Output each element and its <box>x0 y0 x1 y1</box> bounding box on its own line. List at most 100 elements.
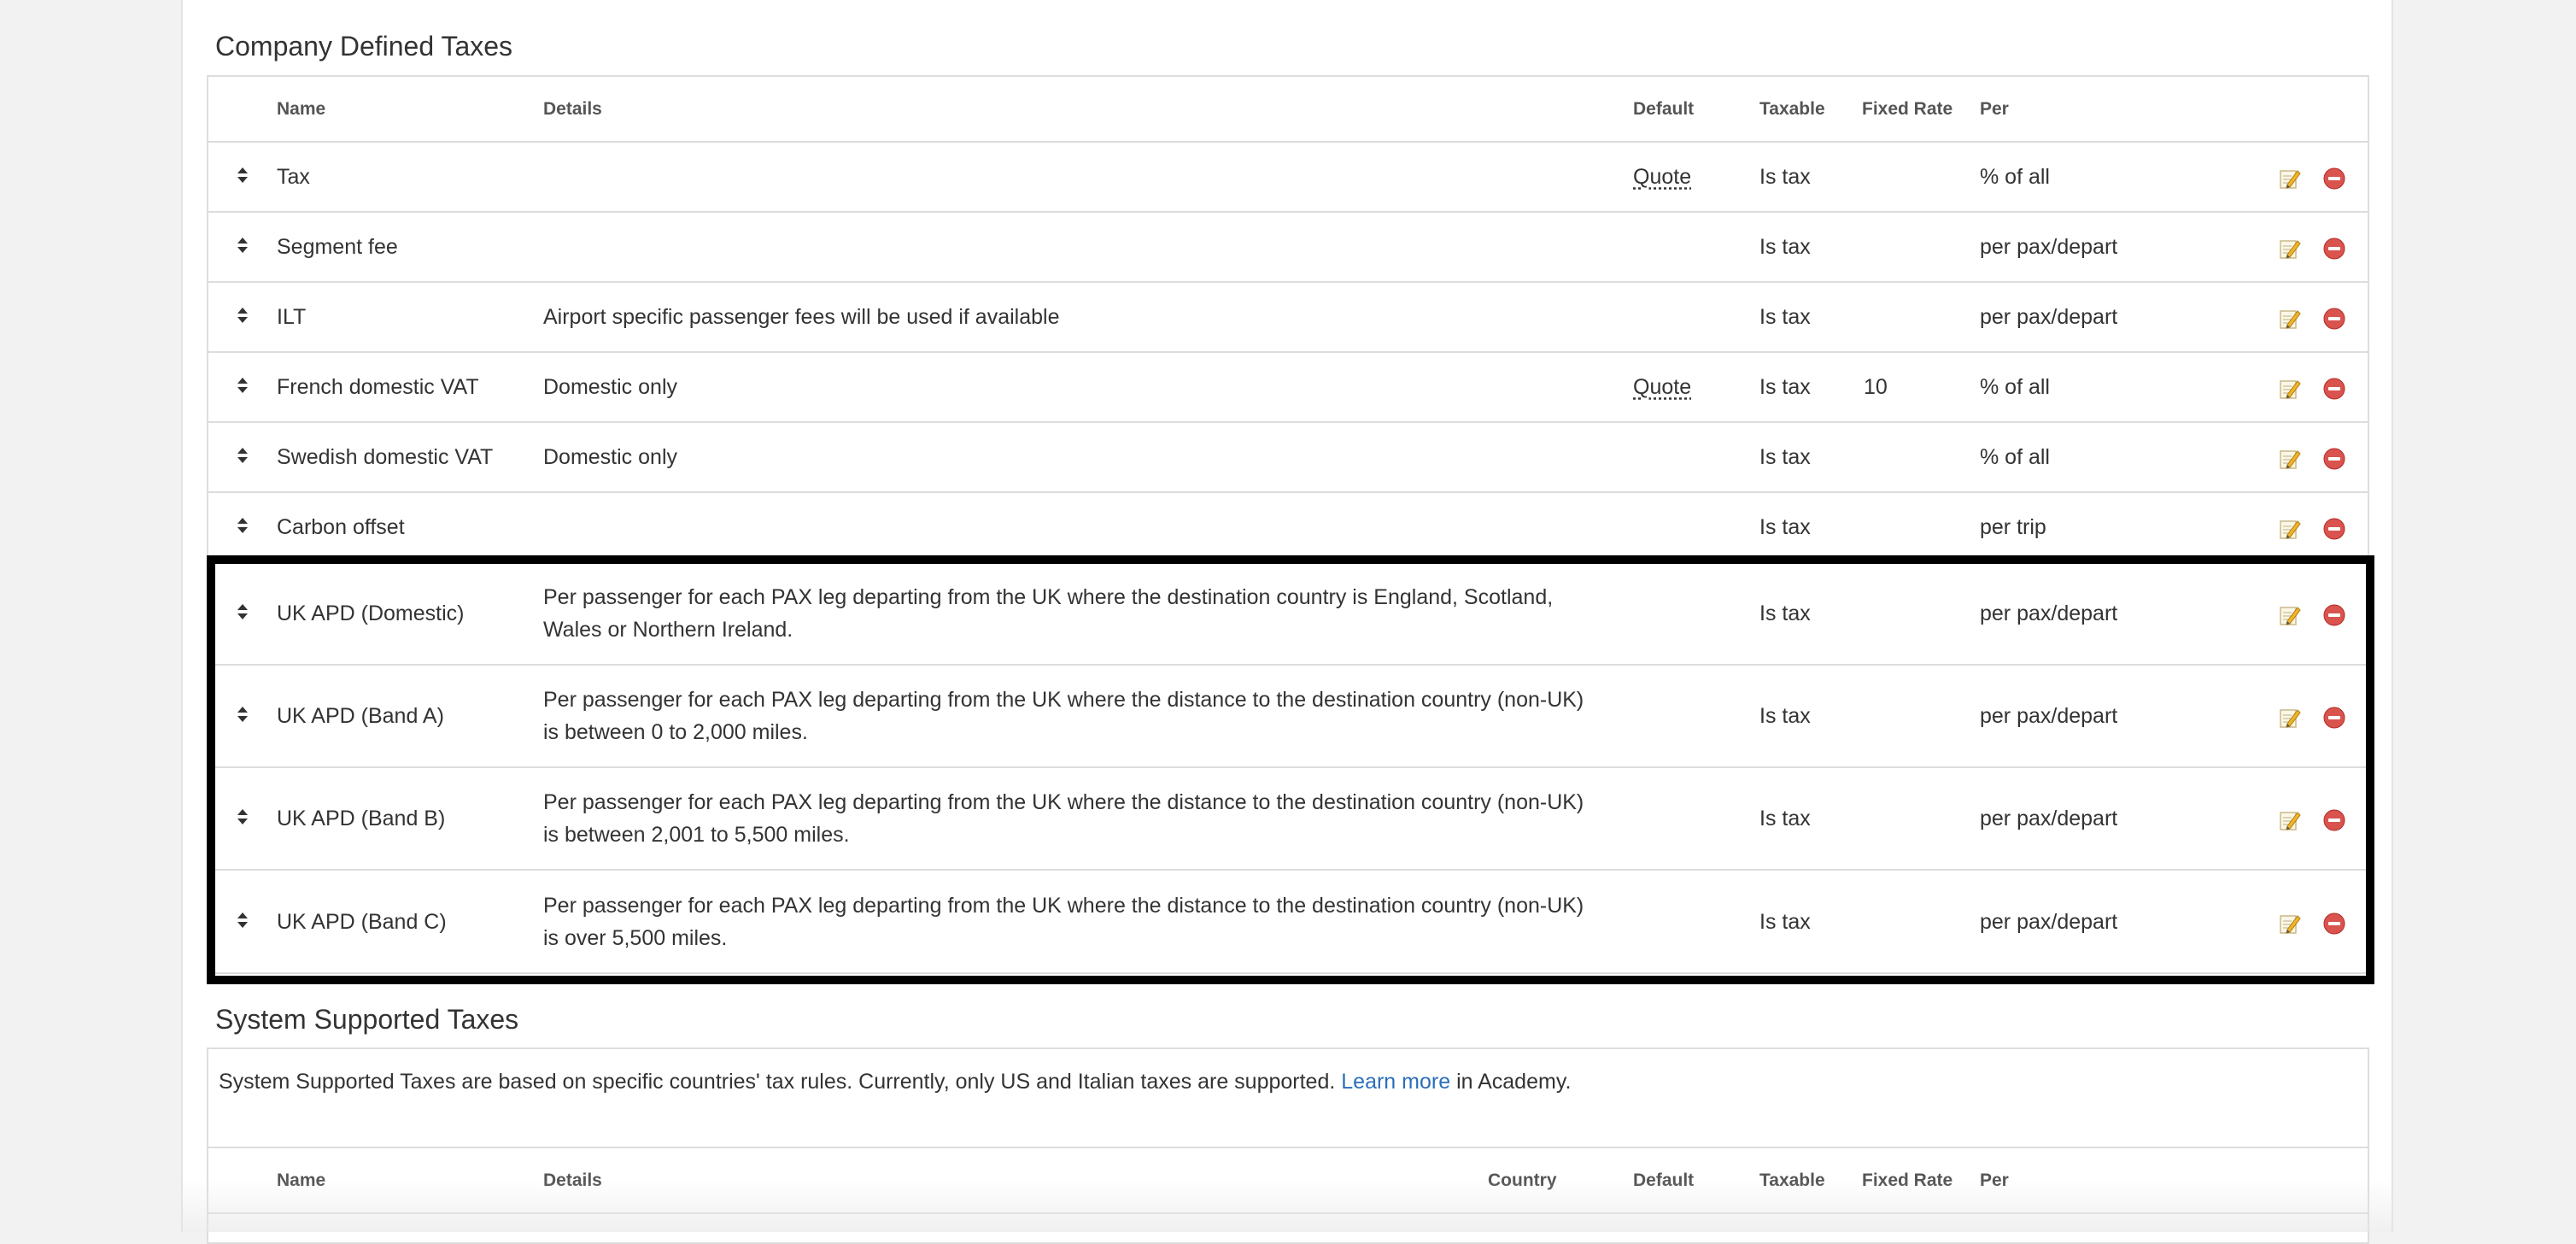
edit-pencil-icon[interactable] <box>2279 377 2301 400</box>
delete-minus-icon[interactable] <box>2323 377 2345 400</box>
tax-per: % of all <box>1980 142 2210 213</box>
tax-per: per pax/depart <box>1980 212 2210 283</box>
tax-default <box>1633 870 1759 972</box>
sort-handle-icon[interactable] <box>237 237 249 254</box>
tax-details: Per passenger for each PAX leg departing… <box>543 665 1633 768</box>
tax-default <box>1633 422 1759 493</box>
name-column-header[interactable]: Name <box>277 77 543 143</box>
tax-details <box>543 492 1633 563</box>
default-value: Quote <box>1633 165 1692 189</box>
tax-taxable: Is tax <box>1759 212 1862 283</box>
tax-name: UK APD (Domestic) <box>277 562 543 666</box>
delete-minus-icon[interactable] <box>2323 167 2345 190</box>
table-row: ILT Airport specific passenger fees will … <box>208 282 2369 353</box>
sort-handle-icon[interactable] <box>237 706 249 723</box>
fixed-rate-column-header[interactable]: Fixed Rate <box>1862 1148 1980 1214</box>
tax-name: UK APD (Band A) <box>277 665 543 768</box>
row-actions <box>2210 665 2369 768</box>
details-column-header[interactable]: Details <box>543 1148 1488 1214</box>
drag-handle[interactable] <box>208 492 277 563</box>
row-actions <box>2210 352 2369 423</box>
delete-minus-icon[interactable] <box>2323 237 2345 260</box>
details-column-header[interactable]: Details <box>543 77 1633 143</box>
edit-pencil-icon[interactable] <box>2279 706 2301 729</box>
edit-pencil-icon[interactable] <box>2279 808 2301 831</box>
tax-fixed-rate <box>1862 142 1980 213</box>
drag-handle[interactable] <box>208 212 277 283</box>
sort-handle-icon[interactable] <box>237 377 249 394</box>
tax-name: Tax <box>277 142 543 213</box>
delete-minus-icon[interactable] <box>2323 307 2345 330</box>
system-taxes-table: Name Details Country Default Taxable Fix… <box>208 1148 2369 1214</box>
system-taxes-title: System Supported Taxes <box>215 1004 519 1035</box>
sort-handle-icon[interactable] <box>237 307 249 324</box>
edit-pencil-icon[interactable] <box>2279 517 2301 540</box>
row-actions <box>2210 212 2369 283</box>
system-taxes-info: System Supported Taxes are based on spec… <box>208 1049 2368 1148</box>
edit-pencil-icon[interactable] <box>2279 237 2301 260</box>
tax-name: UK APD (Band B) <box>277 767 543 871</box>
edit-pencil-icon[interactable] <box>2279 912 2301 934</box>
actions-column-header <box>2210 77 2369 143</box>
tax-details <box>543 212 1633 283</box>
sort-handle-icon[interactable] <box>237 912 249 929</box>
company-taxes-table-box: Name Details Default Taxable Fixed Rate … <box>207 75 2369 974</box>
tax-default: Quote <box>1633 352 1759 423</box>
taxable-column-header[interactable]: Taxable <box>1759 1148 1862 1214</box>
tax-fixed-rate <box>1862 492 1980 563</box>
sort-handle-icon[interactable] <box>237 517 249 534</box>
taxable-column-header[interactable]: Taxable <box>1759 77 1862 143</box>
delete-minus-icon[interactable] <box>2323 447 2345 470</box>
tax-details: Domestic only <box>543 352 1633 423</box>
delete-minus-icon[interactable] <box>2323 706 2345 729</box>
tax-taxable: Is tax <box>1759 142 1862 213</box>
row-actions <box>2210 492 2369 563</box>
learn-more-link[interactable]: Learn more <box>1341 1070 1450 1094</box>
default-column-header[interactable]: Default <box>1633 77 1759 143</box>
tax-name: French domestic VAT <box>277 352 543 423</box>
sort-handle-icon[interactable] <box>237 808 249 825</box>
edit-pencil-icon[interactable] <box>2279 603 2301 626</box>
sort-handle-icon[interactable] <box>237 603 249 620</box>
tax-taxable: Is tax <box>1759 492 1862 563</box>
drag-handle[interactable] <box>208 870 277 972</box>
tax-details <box>543 142 1633 213</box>
tax-details: Airport specific passenger fees will be … <box>543 282 1633 353</box>
drag-handle[interactable] <box>208 352 277 423</box>
edit-pencil-icon[interactable] <box>2279 447 2301 470</box>
tax-taxable: Is tax <box>1759 909 1811 934</box>
drag-handle[interactable] <box>208 282 277 353</box>
drag-handle[interactable] <box>208 767 277 871</box>
sort-handle-icon[interactable] <box>237 167 249 184</box>
tax-fixed-rate <box>1862 282 1980 353</box>
tax-details: Per passenger for each PAX leg departing… <box>543 893 1584 950</box>
drag-handle[interactable] <box>208 562 277 666</box>
per-column-header[interactable]: Per <box>1980 77 2210 143</box>
delete-minus-icon[interactable] <box>2323 517 2345 540</box>
handle-column-header <box>208 77 277 143</box>
tax-default <box>1633 665 1759 768</box>
sort-handle-icon[interactable] <box>237 447 249 464</box>
fixed-rate-column-header[interactable]: Fixed Rate <box>1862 77 1980 143</box>
edit-pencil-icon[interactable] <box>2279 307 2301 330</box>
tax-name: ILT <box>277 282 543 353</box>
system-taxes-info-text: System Supported Taxes are based on spec… <box>219 1070 1336 1094</box>
tax-name: Carbon offset <box>277 492 543 563</box>
drag-handle[interactable] <box>208 142 277 213</box>
country-column-header[interactable]: Country <box>1488 1148 1633 1214</box>
edit-pencil-icon[interactable] <box>2279 167 2301 190</box>
tax-per: % of all <box>1980 352 2210 423</box>
drag-handle[interactable] <box>208 422 277 493</box>
company-taxes-title: Company Defined Taxes <box>215 31 513 62</box>
drag-handle[interactable] <box>208 665 277 768</box>
delete-minus-icon[interactable] <box>2323 912 2345 935</box>
name-column-header[interactable]: Name <box>277 1148 543 1214</box>
tax-default <box>1633 492 1759 563</box>
tax-name: Swedish domestic VAT <box>277 422 543 493</box>
tax-fixed-rate <box>1862 870 1980 972</box>
delete-minus-icon[interactable] <box>2323 808 2345 831</box>
tax-per: per pax/depart <box>1980 665 2210 768</box>
default-column-header[interactable]: Default <box>1633 1148 1759 1214</box>
delete-minus-icon[interactable] <box>2323 603 2345 626</box>
per-column-header[interactable]: Per <box>1980 1148 2369 1214</box>
